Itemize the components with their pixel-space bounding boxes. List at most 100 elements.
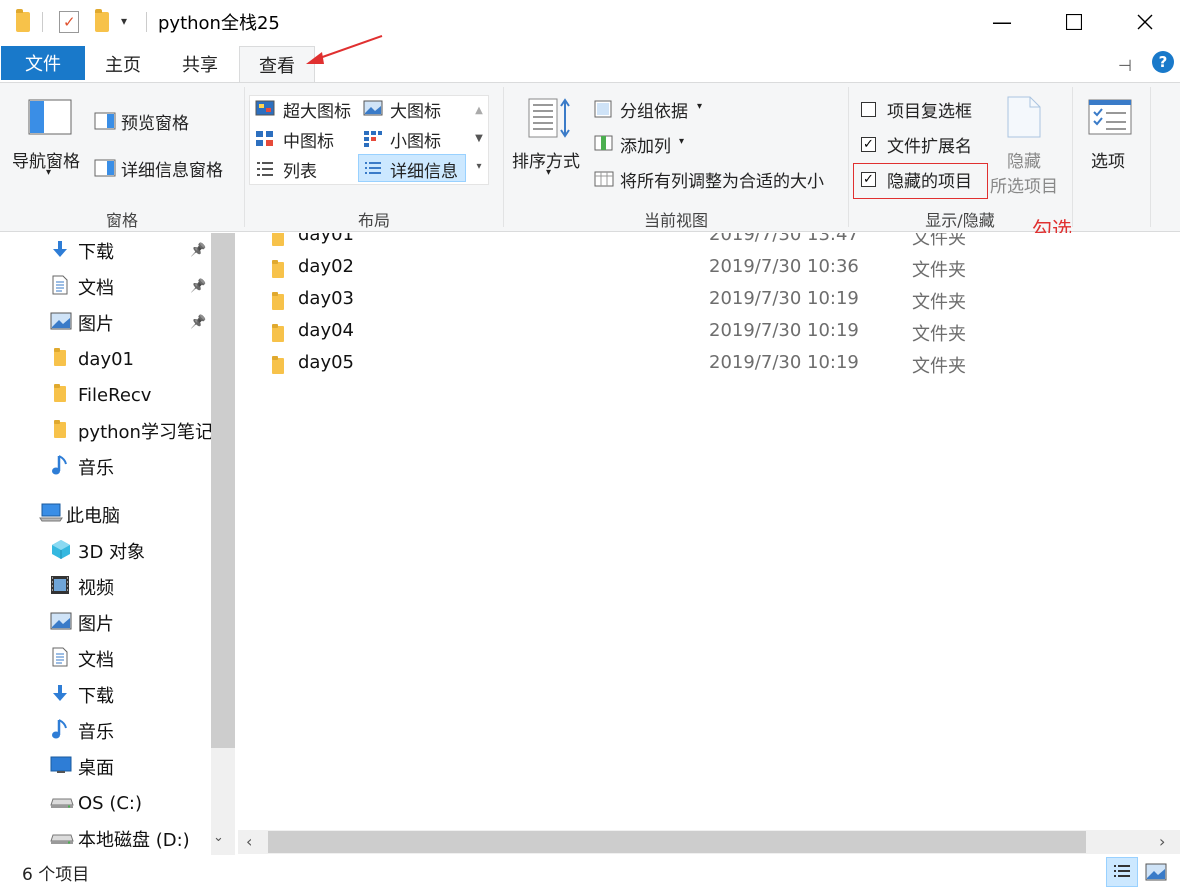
item-checkboxes-label[interactable]: 项目复选框 — [887, 97, 972, 122]
large-icons-view-button[interactable] — [1140, 857, 1172, 887]
horizontal-scrollbar-thumb[interactable] — [268, 831, 1086, 853]
table-row[interactable]: day05 2019/7/30 10:19 文件夹 — [237, 349, 1180, 381]
preview-pane-button[interactable]: 预览窗格 — [121, 109, 189, 134]
nav-item[interactable]: OS (C:) — [50, 788, 142, 818]
table-row[interactable]: day01 2019/7/30 13:47 文件夹 — [237, 233, 1180, 253]
pin-icon[interactable]: 📌 — [190, 279, 206, 294]
group-label-layout: 布局 — [357, 211, 390, 230]
details-pane-icon[interactable] — [94, 159, 116, 177]
tab-share[interactable]: 共享 — [170, 46, 230, 82]
table-row[interactable]: day02 2019/7/30 10:36 文件夹 — [237, 253, 1180, 285]
nav-item[interactable]: 视频 — [50, 572, 114, 602]
nav-item[interactable]: 下载 — [50, 236, 114, 266]
folder-icon — [271, 233, 285, 252]
nav-item[interactable]: python学习笔记 — [50, 416, 213, 446]
nav-item[interactable]: 本地磁盘 (D:) — [50, 824, 190, 854]
customize-toolbar-chevron-icon[interactable]: ▾ — [121, 14, 127, 28]
layout-gallery-scroll[interactable]: ▲ ▼ ▾ — [470, 97, 488, 181]
details-view-icon — [365, 162, 381, 174]
drive-icon — [50, 829, 74, 850]
nav-item-label: 此电脑 — [66, 506, 120, 527]
options-icon[interactable] — [1088, 99, 1132, 135]
nav-item-label: 图片 — [78, 314, 114, 335]
scroll-up-icon[interactable]: ▲ — [470, 97, 488, 125]
more-layouts-icon[interactable]: ▾ — [470, 153, 488, 181]
table-row[interactable]: day03 2019/7/30 10:19 文件夹 — [237, 285, 1180, 317]
file-name: day02 — [298, 256, 355, 277]
pin-ribbon-icon[interactable]: ⊣ — [1118, 56, 1132, 75]
nav-scrollbar-thumb[interactable] — [211, 233, 235, 748]
music-icon — [50, 454, 70, 481]
tab-file[interactable]: 文件 — [1, 46, 85, 80]
hide-selected-items-icon — [1007, 96, 1041, 138]
maximize-icon — [1066, 14, 1082, 30]
preview-pane-icon[interactable] — [94, 112, 116, 130]
details-view-button[interactable] — [1106, 857, 1138, 887]
window-title: python全栈25 — [158, 13, 280, 34]
nav-item-this-pc[interactable]: 此电脑 — [38, 500, 120, 530]
file-extensions-checkbox[interactable]: ✓ — [861, 137, 876, 152]
nav-item[interactable]: day01 — [50, 344, 134, 374]
tab-home[interactable]: 主页 — [95, 46, 151, 82]
nav-item-label: python学习笔记 — [78, 422, 213, 443]
file-name: day01 — [298, 233, 355, 245]
properties-quick-access-icon[interactable]: ✓ — [59, 11, 79, 33]
details-pane-button[interactable]: 详细信息窗格 — [121, 156, 223, 181]
navigation-pane[interactable]: 下载 📌 文档 📌 图片 📌 day01 FileRecv python学习笔记 音乐 此电脑 3D … — [0, 233, 235, 855]
layout-large-icons[interactable]: 大图标 — [390, 97, 441, 122]
add-columns-button[interactable]: 添加列 — [620, 132, 671, 157]
options-button[interactable]: 选项 — [1091, 147, 1125, 172]
size-columns-icon — [594, 171, 614, 187]
close-icon — [1137, 14, 1153, 30]
file-list[interactable]: day01 2019/7/30 13:47 文件夹 day02 2019/7/30 10… — [237, 233, 1180, 833]
chevron-down-icon[interactable]: ⌄ — [213, 830, 224, 845]
download-icon — [50, 683, 70, 708]
nav-item[interactable]: 图片 — [50, 608, 114, 638]
chevron-right-icon[interactable]: › — [1159, 832, 1165, 851]
item-checkboxes-checkbox[interactable] — [861, 102, 876, 117]
nav-item[interactable]: 文档 — [50, 644, 114, 674]
minimize-button[interactable]: — — [967, 0, 1037, 44]
nav-item-label: 视频 — [78, 578, 114, 599]
pin-icon[interactable]: 📌 — [190, 243, 206, 258]
file-date-modified: 2019/7/30 10:19 — [709, 352, 859, 373]
nav-item[interactable]: 音乐 — [50, 452, 114, 482]
layout-list[interactable]: 列表 — [283, 157, 317, 182]
group-by-button[interactable]: 分组依据 — [620, 97, 688, 122]
nav-item[interactable]: 下载 — [50, 680, 114, 710]
picture-icon — [50, 612, 72, 635]
group-divider — [244, 87, 245, 227]
chevron-down-icon[interactable]: ▾ — [697, 101, 702, 112]
layout-extra-large-icons[interactable]: 超大图标 — [283, 97, 351, 122]
nav-item[interactable]: 图片 — [50, 308, 114, 338]
chevron-down-icon[interactable]: ▾ — [679, 136, 684, 147]
nav-item[interactable]: 桌面 — [50, 752, 114, 782]
scroll-down-icon[interactable]: ▼ — [470, 125, 488, 153]
nav-item[interactable]: 音乐 — [50, 716, 114, 746]
nav-item[interactable]: 文档 — [50, 272, 114, 302]
size-all-columns-button[interactable]: 将所有列调整为合适的大小 — [620, 167, 824, 192]
chevron-down-icon[interactable]: ▾ — [46, 167, 51, 178]
pin-icon[interactable]: 📌 — [190, 315, 206, 330]
help-icon[interactable]: ? — [1152, 51, 1174, 73]
chevron-left-icon[interactable]: ‹ — [246, 832, 252, 851]
table-row[interactable]: day04 2019/7/30 10:19 文件夹 — [237, 317, 1180, 349]
chevron-down-icon[interactable]: ▾ — [546, 167, 551, 178]
nav-item[interactable]: FileRecv — [50, 380, 151, 410]
layout-details[interactable]: 详细信息 — [390, 157, 458, 182]
nav-item-label: 图片 — [78, 614, 114, 635]
folder-icon — [271, 291, 285, 316]
hide-selected-items-button: 隐藏 所选项目 — [990, 147, 1058, 197]
new-folder-quick-access-icon[interactable] — [95, 9, 109, 37]
nav-item-label: 文档 — [78, 650, 114, 671]
nav-item-label: day01 — [78, 348, 135, 370]
navigation-pane-icon[interactable] — [28, 99, 72, 135]
layout-medium-icons[interactable]: 中图标 — [283, 127, 334, 152]
nav-item[interactable]: 3D 对象 — [50, 536, 145, 566]
maximize-button[interactable] — [1039, 0, 1109, 44]
sort-by-icon[interactable] — [527, 97, 571, 141]
layout-small-icons[interactable]: 小图标 — [390, 127, 441, 152]
folder-icon — [50, 347, 70, 372]
file-extensions-label[interactable]: 文件扩展名 — [887, 132, 972, 157]
close-button[interactable] — [1110, 0, 1180, 44]
